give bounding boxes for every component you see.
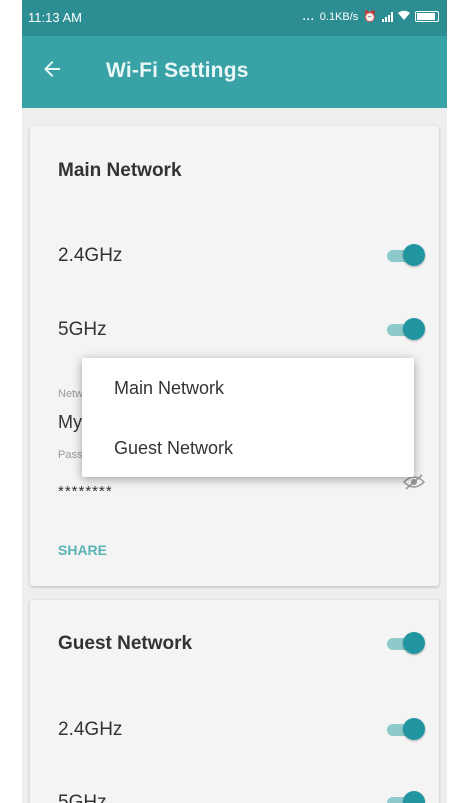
- status-time: 11:13 AM: [28, 10, 82, 25]
- guest-5ghz-toggle[interactable]: [385, 789, 425, 803]
- main-network-card: Main Network 2.4GHz 5GHz Network Name My…: [30, 126, 439, 586]
- share-button[interactable]: SHARE: [58, 542, 107, 558]
- main-network-heading: Main Network: [58, 160, 182, 181]
- main-5ghz-toggle[interactable]: [385, 316, 425, 342]
- guest-5ghz-label: 5GHz: [58, 792, 107, 803]
- page-title: Wi-Fi Settings: [106, 59, 249, 82]
- main-5ghz-label: 5GHz: [58, 319, 107, 340]
- main-24ghz-label: 2.4GHz: [58, 245, 123, 266]
- guest-24ghz-label: 2.4GHz: [58, 719, 123, 740]
- guest-network-card: Guest Network 2.4GHz 5GHz: [30, 600, 439, 803]
- notification-dots: ...: [302, 10, 315, 23]
- menu-item-guest-network[interactable]: Guest Network: [114, 438, 233, 459]
- network-name-field[interactable]: My: [58, 412, 82, 433]
- app-bar: Wi-Fi Settings: [22, 36, 447, 108]
- status-icons: ... 0.1KB/s ⏰: [303, 10, 439, 23]
- main-24ghz-toggle[interactable]: [385, 242, 425, 268]
- menu-item-main-network[interactable]: Main Network: [114, 378, 224, 399]
- network-speed: 0.1KB/s: [319, 10, 359, 23]
- phone-screen: 11:13 AM ... 0.1KB/s ⏰ Wi-Fi Settings Ma…: [22, 0, 447, 803]
- back-arrow-icon[interactable]: [40, 57, 64, 81]
- guest-network-toggle[interactable]: [385, 630, 425, 656]
- battery-icon: [415, 11, 439, 22]
- signal-icon: [382, 11, 393, 22]
- wifi-icon: [398, 10, 410, 23]
- guest-24ghz-toggle[interactable]: [385, 716, 425, 742]
- password-field[interactable]: ********: [58, 483, 113, 500]
- guest-network-heading: Guest Network: [58, 633, 193, 654]
- status-bar: 11:13 AM ... 0.1KB/s ⏰: [22, 0, 447, 36]
- alarm-icon: ⏰: [363, 11, 377, 23]
- network-dropdown-menu: Main Network Guest Network: [82, 358, 414, 477]
